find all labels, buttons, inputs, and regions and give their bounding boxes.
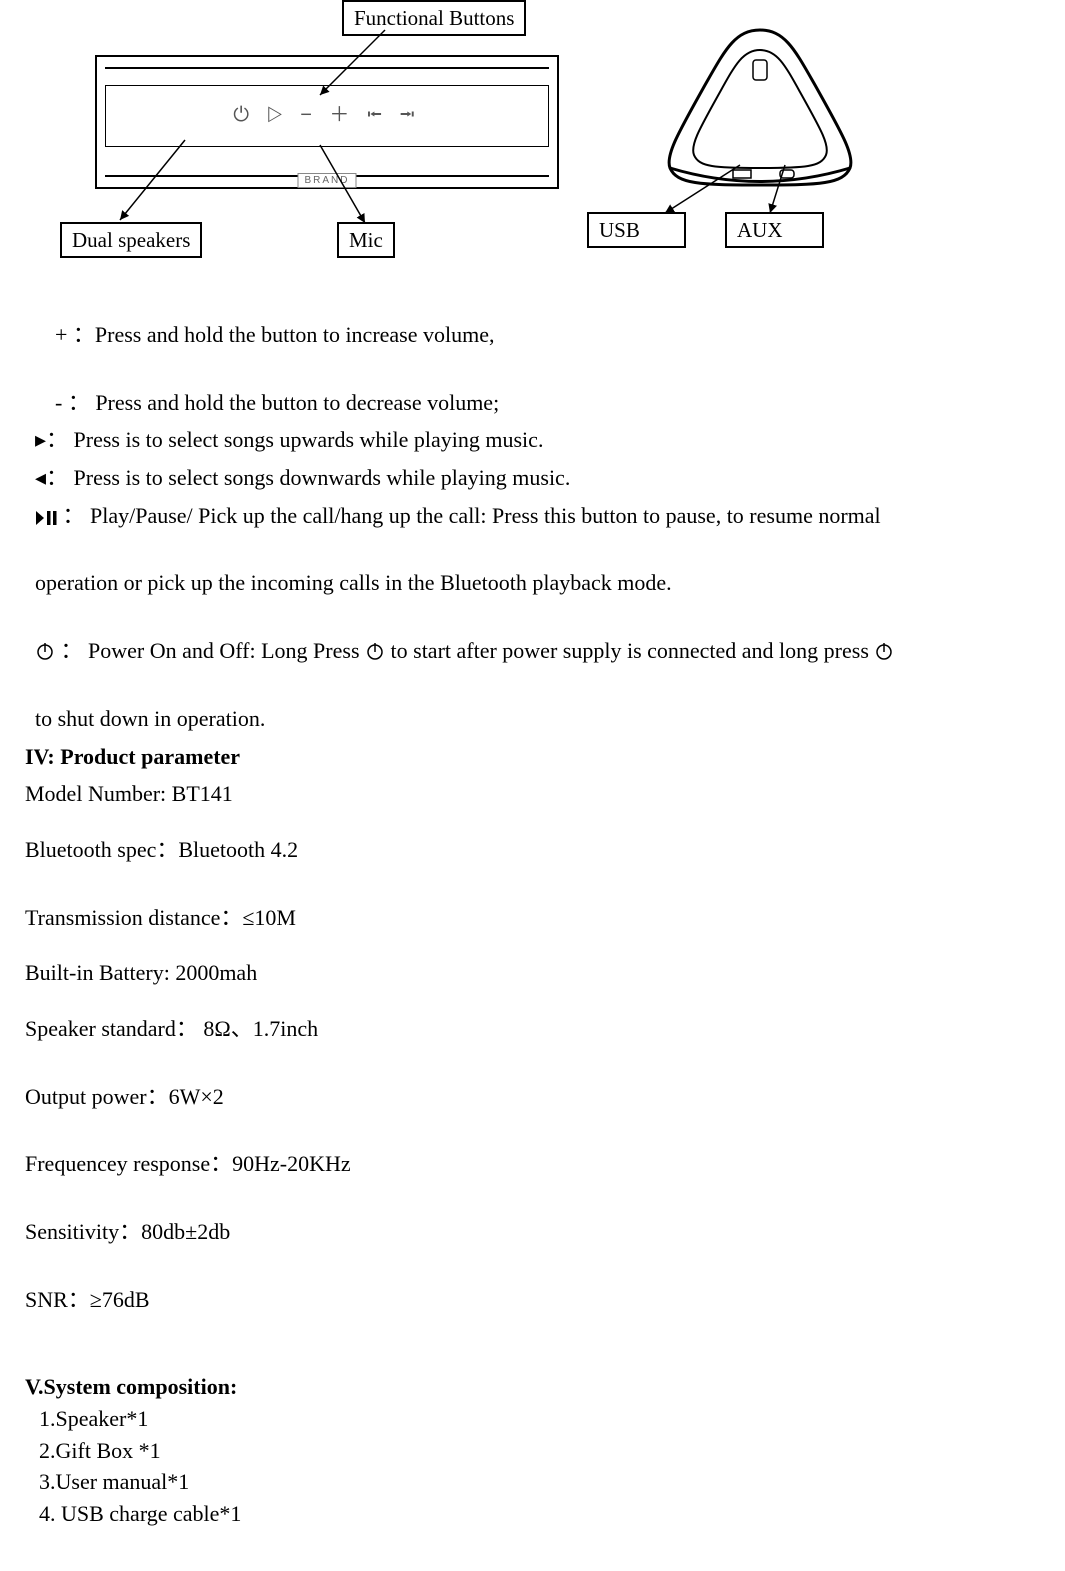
power-icon — [874, 639, 894, 659]
label-aux: AUX — [725, 212, 824, 248]
diagram-area: Functional Buttons ⏻ ▷ − ＋ ⭰ ⭲ BRAND Dua… — [25, 0, 1040, 270]
control-play-pause-text-1: ： Play/Pause/ Pick up the call/hang up t… — [63, 503, 881, 528]
body-text: + ：Press and hold the button to increase… — [25, 290, 1040, 1529]
control-play-pause-text-2: operation or pick up the incoming calls … — [35, 568, 1040, 598]
button-row-icons: ⏻ ▷ − ＋ ⭰ ⭲ — [97, 102, 557, 129]
composition-item-1: 1.Speaker*1 — [39, 1404, 1040, 1434]
control-power-mid: to start after power supply is connected… — [391, 638, 875, 663]
composition-item-4: 4. USB charge cable*1 — [39, 1499, 1040, 1529]
control-prev: ◂： Press is to select songs downwards wh… — [35, 463, 1040, 493]
brand-tag: BRAND — [297, 173, 356, 189]
param-distance: Transmission distance：≤10M — [25, 903, 1040, 933]
composition-item-3: 3.User manual*1 — [39, 1467, 1040, 1497]
param-sensitivity: Sensitivity：80db±2db — [25, 1217, 1040, 1247]
control-power-prefix: ： Power On and Off: Long Press — [61, 638, 366, 663]
param-speaker-std: Speaker standard： 8Ω、1.7inch — [25, 1014, 1040, 1044]
control-play-pause: ： Play/Pause/ Pick up the call/hang up t… — [35, 501, 1040, 531]
param-output: Output power：6W×2 — [25, 1082, 1040, 1112]
label-functional-buttons: Functional Buttons — [342, 0, 526, 36]
param-bt-spec: Bluetooth spec：Bluetooth 4.2 — [25, 835, 1040, 865]
control-power: ： Power On and Off: Long Press to start … — [35, 636, 1040, 666]
speaker-side-view — [645, 20, 875, 190]
param-freq: Frequencey response：90Hz-20KHz — [25, 1149, 1040, 1179]
control-minus: - ： Press and hold the button to decreas… — [55, 388, 1040, 418]
play-pause-icon — [35, 510, 57, 526]
control-plus: + ：Press and hold the button to increase… — [55, 320, 1040, 350]
label-usb: USB — [587, 212, 686, 248]
power-icon — [365, 639, 385, 659]
composition-item-2: 2.Gift Box *1 — [39, 1436, 1040, 1466]
param-model: Model Number: BT141 — [25, 779, 1040, 809]
label-dual-speakers: Dual speakers — [60, 222, 202, 258]
section-v-title: V.System composition: — [25, 1372, 1040, 1402]
section-iv-title: IV: Product parameter — [25, 742, 1040, 772]
power-icon — [35, 639, 55, 659]
param-snr: SNR：≥76dB — [25, 1285, 1040, 1315]
speaker-front-view: ⏻ ▷ − ＋ ⭰ ⭲ BRAND — [95, 55, 559, 189]
param-battery: Built-in Battery: 2000mah — [25, 958, 1040, 988]
control-next: ▸： Press is to select songs upwards whil… — [35, 425, 1040, 455]
label-mic: Mic — [337, 222, 395, 258]
control-power-tail: to shut down in operation. — [35, 704, 1040, 734]
